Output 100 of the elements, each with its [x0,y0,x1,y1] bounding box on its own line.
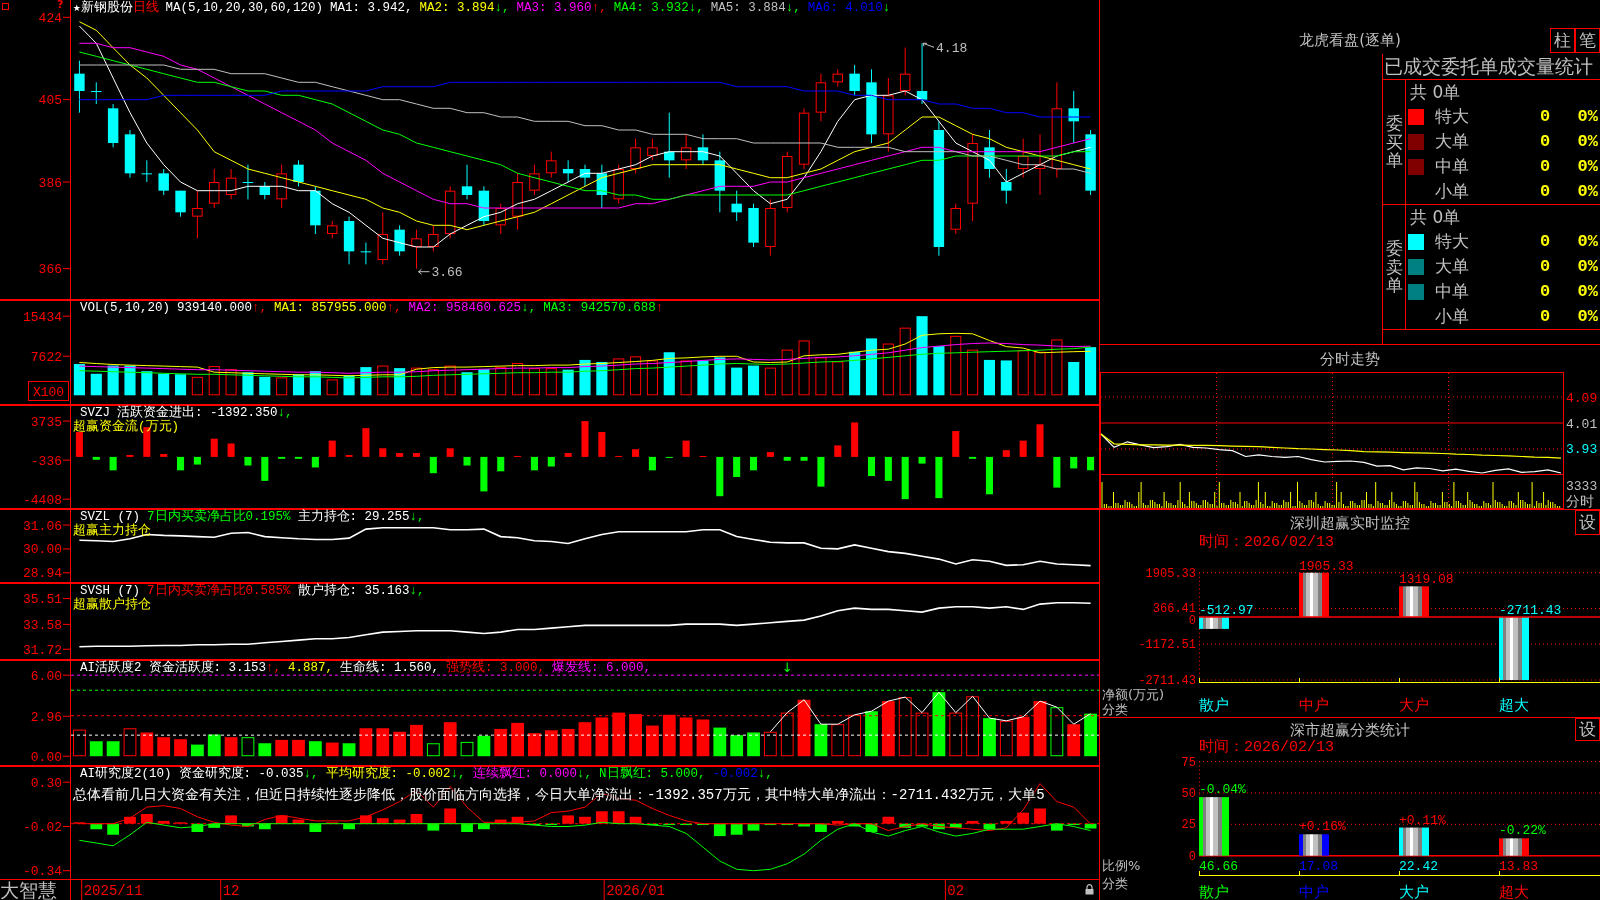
candle [832,68,843,88]
help-button[interactable]: ? [57,0,64,11]
candle [984,129,995,179]
indicator-title: AI研究度2(10) [80,767,172,781]
y-tick-label: 386 [38,175,62,191]
volume-bar [1051,339,1063,396]
settings-button[interactable]: 设 [1575,510,1600,535]
volume-bar [630,356,642,396]
y-tick-label: -336 [30,453,62,469]
volume-bar [427,369,439,396]
volume-bar [528,368,540,396]
candle [815,73,827,122]
indicator-title: SVZJ [80,406,110,420]
axis-label: 4.09 [1566,390,1598,406]
indicator-note: 超赢散户持仓 [73,598,151,612]
axis-label: 31.72 [23,642,71,658]
indicator-value: -0.002 [712,767,758,781]
view-toggle-button[interactable]: 笔 [1575,28,1600,53]
indicator-note: 超赢资金流(万元) [73,420,179,434]
order-type: 特大 [1435,231,1469,251]
candle [74,60,85,114]
view-toggle-button[interactable]: 柱 [1550,28,1575,53]
volume-bar [208,366,220,396]
indicator-value: N日飘红: 5.000, [599,767,706,781]
y-tick-label: 405 [38,93,62,109]
y-tick-label: 6.00 [30,668,62,684]
indicator-value: 资金活跃度: 3.153 [148,661,267,675]
axis-title: 净额(万元) [1102,687,1165,702]
candle [1001,168,1012,205]
y-tick-label: 0.00 [30,749,62,765]
volume-bar [495,367,507,396]
candle [731,190,742,222]
trend-arrow: ↓, [277,406,293,420]
trend-arrow: ↓, [409,584,425,598]
y-tick-label: 28.94 [22,566,63,582]
candle [394,224,405,257]
activity-bar [915,712,929,757]
candle [1017,138,1029,179]
candle [1085,129,1096,196]
change-label: +0.16% [1299,819,1346,835]
axis-label: 2.96 [30,709,71,725]
bar-value-label: -512.97 [1199,603,1254,618]
axis-label: 386 [38,175,71,191]
indicator-value: 4.887, [288,661,334,675]
volume-bar [815,357,827,396]
category-label: 大户 [1399,696,1429,714]
date-label: 02 [944,879,965,900]
activity-bar [848,714,862,757]
axis-label: 405 [38,93,71,109]
candle [512,172,523,231]
activity-bar [966,696,979,757]
y-tick-label: -4408 [22,492,62,508]
order-count: 0 [1539,157,1551,176]
volume-bar [377,365,389,396]
indicator-value: 资金研究度: -0.035 [178,767,304,781]
section-title: 分时走势 [1320,349,1380,368]
stock-name: ★新钢股份 [73,1,133,15]
trend-arrow: ↑ [655,301,664,315]
indicator-value: MA2: 3.894 [419,1,495,15]
axis-label: 4.01 [1566,416,1598,432]
indicator-value: 平均研究度: -0.002 [325,767,451,781]
bar-value-label: 1905.33 [1299,558,1354,574]
category-label: 大户 [1399,883,1429,900]
order-count: 0 [1539,257,1551,276]
order-share: 0% [1577,232,1598,251]
trend-arrow: ↓, [409,510,425,524]
candle [849,64,860,96]
activity-bar [949,712,963,757]
indicator-value: MA1: 3.942, [330,1,413,15]
volume-bar [512,363,524,396]
signal-mark: ↓ [781,660,793,675]
trend-arrow: ↓, [521,301,537,315]
activity-bar [831,724,845,757]
axis-label: 0 [1188,614,1196,629]
axis-label: -1172.51 [1138,638,1196,653]
volume-bar [444,365,456,396]
volume-bar [680,360,692,396]
order-type: 大单 [1435,256,1469,276]
axis-label: 75 [1181,755,1196,770]
candle [782,151,793,213]
order-type: 中单 [1435,281,1469,301]
settings-button[interactable]: 设 [1575,718,1600,741]
panel-title: 龙虎看盘(逐单) [1299,31,1401,49]
volume-bar [191,376,203,396]
candle [444,185,456,239]
square-icon[interactable] [2,3,9,10]
candle [798,107,810,170]
candle [950,203,961,235]
bar-value-label: 1319.08 [1399,572,1454,588]
y-tick-label: 366 [38,262,62,278]
candle [748,203,759,248]
activity-bar [241,737,255,757]
volume-bar [225,369,237,396]
candle [529,164,540,196]
indicator-value: MA1: 857955.000 [274,301,387,315]
indicator-title: SVZL (7) [80,510,140,524]
candle [714,151,726,213]
order-count: 0 [1539,132,1551,151]
axis-label: 366 [38,262,71,278]
unit-label: 分时 [1566,493,1594,509]
